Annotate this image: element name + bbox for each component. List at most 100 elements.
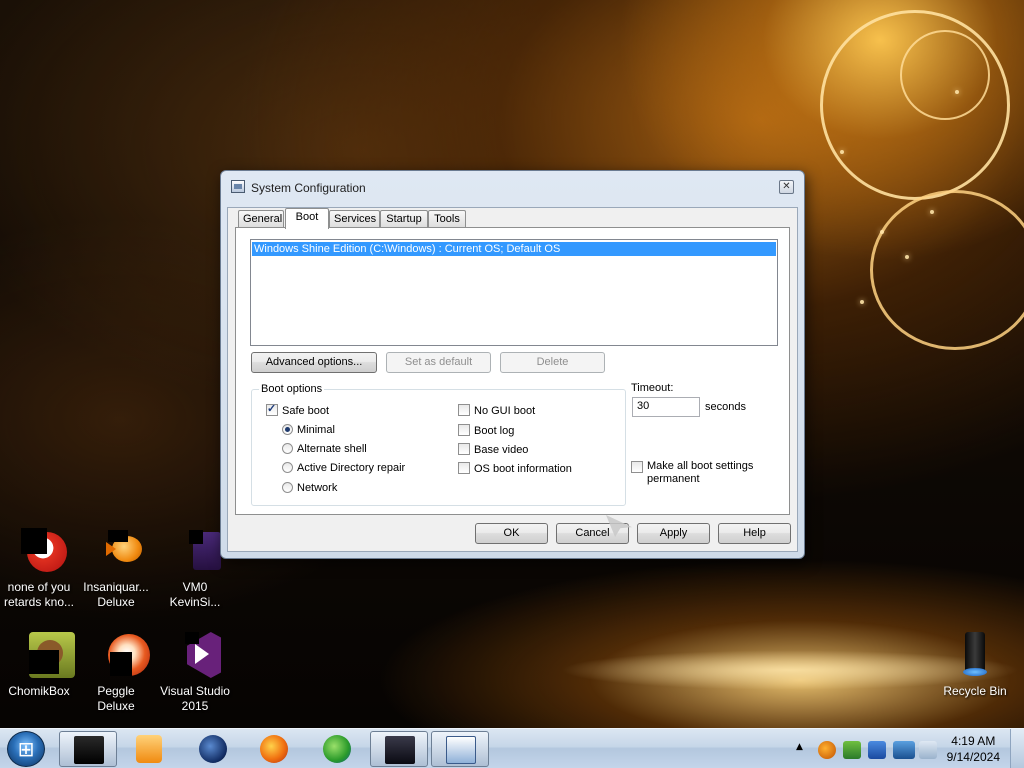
peggle-icon [92, 632, 150, 680]
globe-icon [199, 735, 227, 763]
boot-log-label: Boot log [474, 425, 515, 437]
goldfish-icon [92, 528, 142, 576]
safe-boot-label: Safe boot [282, 405, 330, 417]
tab-boot[interactable]: Boot [285, 208, 329, 229]
tab-services[interactable]: Services [329, 210, 380, 228]
desktop-icon-recycle-bin[interactable]: Recycle Bin [937, 632, 1013, 699]
taskbar-app-screen[interactable] [370, 731, 428, 767]
checkbox-box [458, 462, 470, 474]
desktop-icon-insaniquarium[interactable]: Insaniquar... Deluxe [78, 528, 154, 610]
tab-startup[interactable]: Startup [380, 210, 428, 228]
boot-options-group: Boot options Safe boot Minimal Alternate… [251, 383, 626, 506]
help-button[interactable]: Help [718, 523, 791, 544]
dialog-title: System Configuration [251, 181, 366, 195]
desktop-icon-label: Visual Studio 2015 [160, 684, 230, 713]
os-boot-information-checkbox[interactable]: OS boot information [458, 462, 572, 476]
clock-time: 4:19 AM [951, 734, 996, 748]
speaker-tray-icon[interactable] [919, 741, 937, 759]
taskbar-app-1[interactable] [59, 731, 117, 767]
minimal-radio[interactable]: Minimal [282, 424, 335, 437]
advanced-options-button[interactable]: Advanced options... [251, 352, 377, 373]
timeout-label: Timeout: [631, 382, 674, 394]
network-radio[interactable]: Network [282, 482, 337, 495]
base-video-label: Base video [474, 444, 529, 456]
apply-button[interactable]: Apply [637, 523, 710, 544]
monitor-icon [385, 736, 415, 764]
vm-icon [171, 528, 221, 576]
radio-circle [282, 482, 293, 493]
desktop-icon-label: none of you retards kno... [3, 580, 75, 609]
boot-options-title: Boot options [259, 383, 325, 396]
timeout-unit: seconds [705, 401, 746, 413]
network-label: Network [297, 482, 338, 494]
desktop-icon-visual-studio[interactable]: Visual Studio 2015 [157, 632, 233, 714]
alternate-shell-label: Alternate shell [297, 443, 367, 455]
timeout-input[interactable]: 30 [632, 397, 700, 417]
desktop-icon-none-of-you[interactable]: none of you retards kno... [1, 528, 77, 610]
delete-button[interactable]: Delete [500, 352, 605, 373]
checkbox-box [458, 404, 470, 416]
shield-tray-icon[interactable] [868, 741, 886, 759]
taskbar: ▲ 4:19 AM 9/14/2024 [0, 728, 1024, 768]
make-permanent-checkbox[interactable]: Make all boot settings permanent [631, 460, 753, 486]
desktop-icon-label: Recycle Bin [943, 684, 1007, 698]
media-player-icon [136, 735, 162, 763]
taskbar-msconfig[interactable] [431, 731, 489, 767]
minimal-label: Minimal [297, 424, 335, 436]
red-swirl-icon [15, 528, 67, 576]
hamster-icon [15, 632, 75, 680]
radio-circle [282, 462, 293, 473]
active-directory-repair-label: Active Directory repair [297, 462, 406, 474]
system-configuration-dialog: System Configuration ✕ General Boot Serv… [220, 170, 805, 559]
desktop-icon-label: Peggle Deluxe [97, 684, 135, 713]
checkbox-box [458, 424, 470, 436]
no-gui-boot-label: No GUI boot [474, 405, 536, 417]
close-button[interactable]: ✕ [779, 180, 794, 194]
desktop-icon-label: ChomikBox [8, 684, 70, 698]
dialog-titlebar[interactable]: System Configuration ✕ [221, 171, 804, 201]
taskbar-globe[interactable] [183, 731, 241, 767]
base-video-checkbox[interactable]: Base video [458, 443, 528, 457]
desktop-icon-label: VM0 KevinSi... [169, 580, 221, 609]
boot-log-checkbox[interactable]: Boot log [458, 424, 514, 438]
start-button[interactable] [7, 731, 45, 767]
desktop-icon-peggle[interactable]: Peggle Deluxe [78, 632, 154, 714]
black-box-icon [74, 736, 104, 764]
no-gui-boot-checkbox[interactable]: No GUI boot [458, 404, 535, 418]
recycle-bin-icon [951, 632, 999, 680]
tab-general[interactable]: General [238, 210, 284, 228]
set-as-default-button[interactable]: Set as default [386, 352, 491, 373]
desktop-icon-chomikbox[interactable]: ChomikBox [1, 632, 77, 699]
taskbar-firefox[interactable] [244, 731, 302, 767]
display-tray-icon[interactable] [893, 741, 915, 759]
msconfig-icon [231, 180, 245, 193]
firefox-icon [260, 735, 288, 763]
show-desktop-button[interactable] [1010, 729, 1024, 768]
radio-circle [282, 424, 293, 435]
download-manager-icon [323, 735, 351, 763]
checkbox-box [458, 443, 470, 455]
ok-button[interactable]: OK [475, 523, 548, 544]
close-icon: ✕ [782, 181, 791, 192]
taskbar-download-manager[interactable] [307, 731, 365, 767]
alternate-shell-radio[interactable]: Alternate shell [282, 443, 367, 456]
make-permanent-label: Make all boot settings permanent [647, 460, 754, 485]
taskbar-media-player[interactable] [120, 731, 178, 767]
search-tray-icon[interactable] [818, 741, 836, 759]
active-directory-repair-radio[interactable]: Active Directory repair [282, 462, 405, 475]
tab-tools[interactable]: Tools [428, 210, 466, 228]
checkbox-box [631, 461, 643, 473]
visual-studio-icon [171, 632, 221, 680]
os-list[interactable]: Windows Shine Edition (C:\Windows) : Cur… [250, 239, 778, 346]
clock-date: 9/14/2024 [946, 750, 1000, 764]
safe-boot-checkbox[interactable]: Safe boot [266, 403, 330, 418]
boot-tab-panel: Windows Shine Edition (C:\Windows) : Cur… [235, 227, 790, 515]
msconfig-icon [446, 736, 476, 764]
desktop-icon-label: Insaniquar... Deluxe [83, 580, 149, 609]
clock[interactable]: 4:19 AM 9/14/2024 [947, 733, 1000, 765]
os-boot-information-label: OS boot information [474, 463, 572, 475]
network-tray-icon[interactable] [843, 741, 861, 759]
os-list-item[interactable]: Windows Shine Edition (C:\Windows) : Cur… [252, 242, 776, 256]
tray-overflow-arrow[interactable]: ▲ [796, 742, 803, 752]
checkbox-box [266, 403, 278, 416]
